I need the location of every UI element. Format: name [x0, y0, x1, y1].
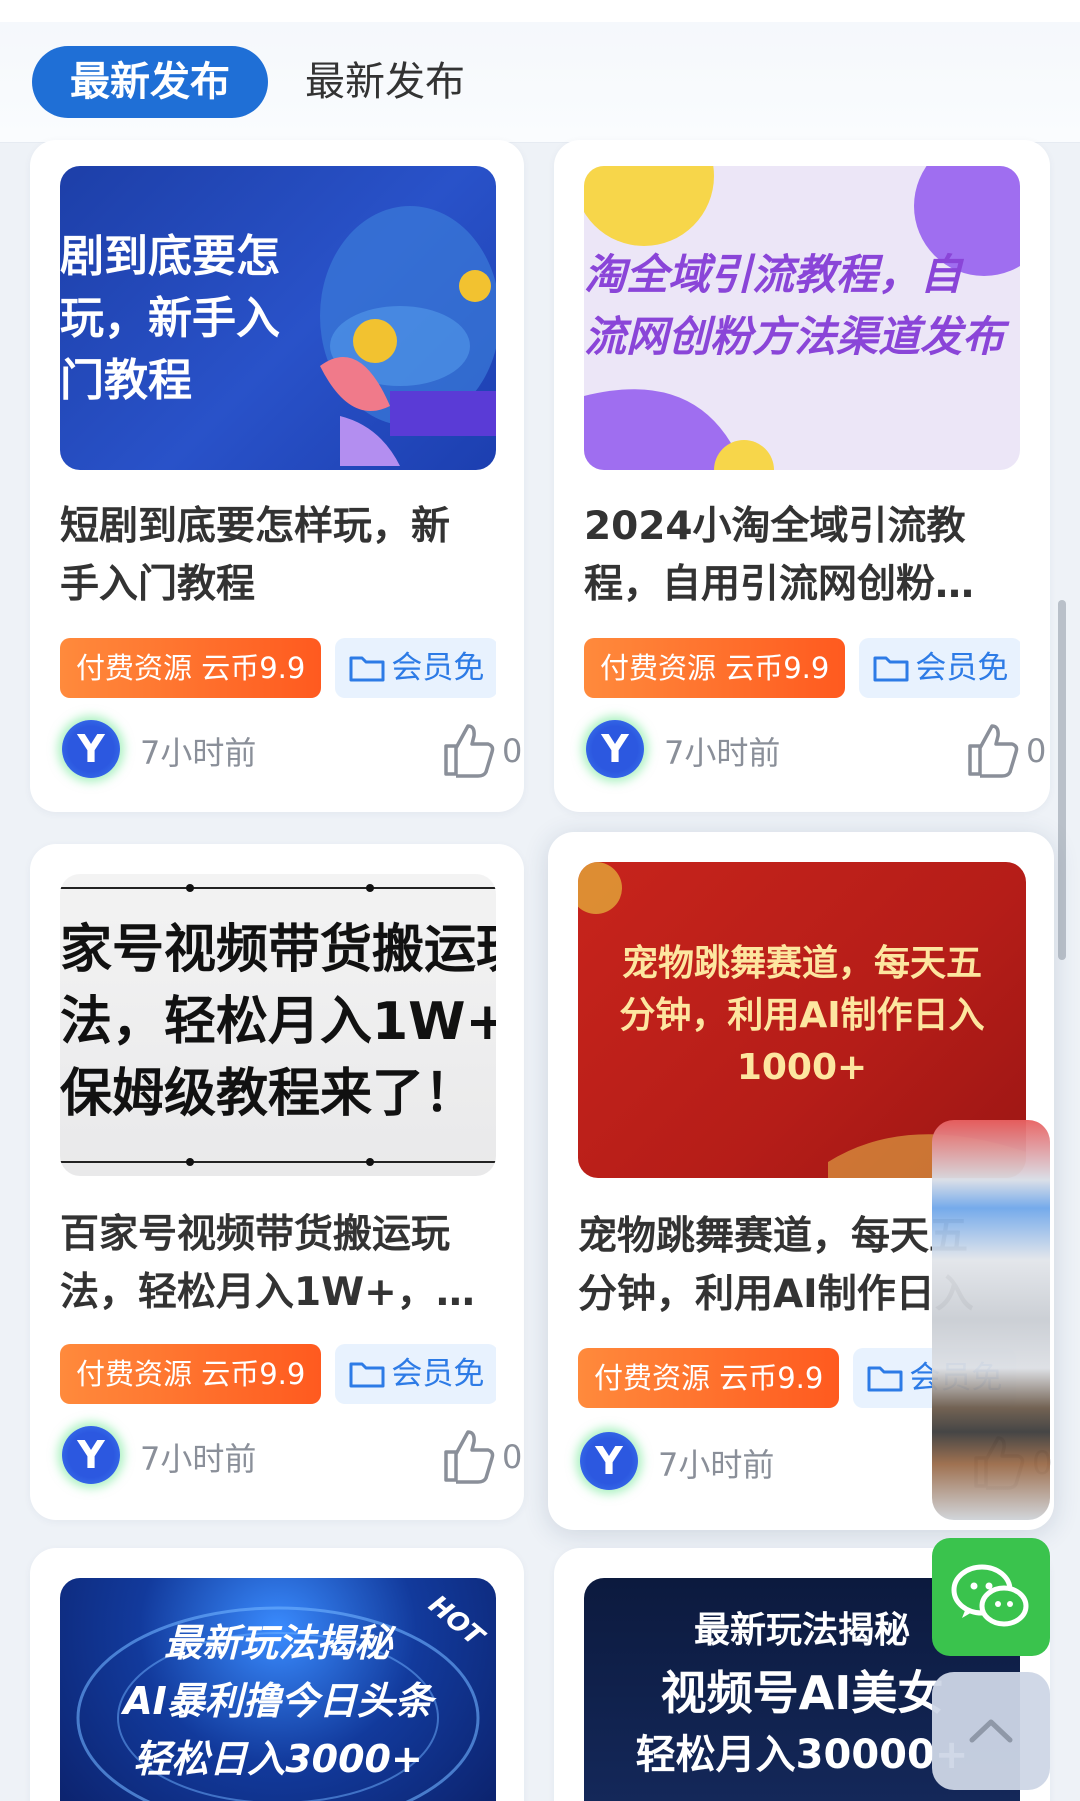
thumbnail-text: 1000+ [736, 1047, 868, 1088]
wechat-icon [951, 1564, 1029, 1627]
thumbnail-text: 门教程 [60, 355, 192, 406]
author-avatar[interactable]: Y [62, 720, 120, 778]
post-time: 7小时前 [140, 1440, 257, 1478]
paid-resource-tag: 付费资源 云币9.9 [578, 1348, 840, 1408]
author-avatar[interactable]: Y [580, 1432, 638, 1490]
post-thumbnail[interactable]: 家号视频带货搬运玩 法，轻松月入1W+， 保姆级教程来了！ [60, 874, 496, 1176]
paid-resource-tag: 付费资源 云币9.9 [60, 1344, 322, 1404]
folder-icon [873, 656, 909, 682]
post-time: 7小时前 [140, 734, 257, 772]
thumbnail-text: AI暴利撸今日头条 [123, 1679, 433, 1723]
member-tag-label: 会员免 [391, 650, 485, 686]
tag-row: 付费资源 云币9.9 会员免 [60, 638, 496, 698]
author-avatar[interactable]: Y [62, 1426, 120, 1484]
post-title[interactable]: 2024小淘全域引流教 程，自用引流网创粉… [584, 498, 1020, 614]
status-strip [0, 0, 1080, 22]
top-tab-bar: 最新发布 最新发布 [0, 0, 1080, 143]
post-time: 7小时前 [658, 1446, 775, 1484]
post-meta: Y 7小时前 0 [62, 720, 522, 780]
thumbnail-text: 分钟，利用AI制作日入 [619, 995, 985, 1036]
scrollbar[interactable] [1058, 600, 1066, 960]
thumbnail-text: 剧到底要怎 [60, 231, 280, 282]
member-tag[interactable]: 会员免 [335, 638, 496, 698]
like-count: 0 [502, 732, 523, 770]
post-title-line: 法，轻松月入1W+，… [60, 1270, 475, 1315]
back-to-top-icon [969, 1719, 1013, 1743]
paid-resource-tag: 付费资源 云币9.9 [584, 638, 846, 698]
thumbnail-text: 最新玩法揭秘 [163, 1621, 392, 1665]
post-title-line: 程，自用引流网创粉… [584, 562, 975, 607]
post-title-line: 2024小淘全域引流教 [584, 504, 966, 549]
author-avatar[interactable]: Y [586, 720, 644, 778]
thumbnail-text: 宠物跳舞赛道，每天五 [621, 943, 982, 984]
thumbnail-text: 玩，新手入 [60, 293, 280, 344]
member-tag-label: 会员免 [915, 650, 1009, 686]
thumbnail-text: 保姆级教程来了！ [60, 1064, 477, 1124]
floating-promo-widget[interactable] [932, 1120, 1050, 1520]
thumbs-up-icon [444, 1430, 495, 1484]
tag-row: 付费资源 云币9.9 会员免 [584, 638, 1020, 698]
folder-icon [349, 656, 385, 682]
tab-latest[interactable]: 最新发布 [305, 46, 465, 118]
post-title-line: 百家号视频带货搬运玩 [60, 1212, 451, 1257]
like-count: 0 [1026, 732, 1047, 770]
post-thumbnail[interactable]: 剧到底要怎 玩，新手入 门教程 [60, 166, 496, 470]
back-to-top-button[interactable] [932, 1672, 1050, 1790]
member-tag[interactable]: 会员免 [335, 1344, 496, 1404]
post-title[interactable]: 短剧到底要怎样玩，新 手入门教程 [60, 498, 496, 614]
post-time: 7小时前 [664, 734, 781, 772]
post-title[interactable]: 百家号视频带货搬运玩 法，轻松月入1W+，… [60, 1206, 496, 1322]
post-title-line: 短剧到底要怎样玩，新 [60, 504, 451, 549]
thumbnail-text: 法，轻松月入1W+， [60, 992, 496, 1052]
post-card[interactable]: 家号视频带货搬运玩 法，轻松月入1W+， 保姆级教程来了！ 百家号视频带货搬运玩… [30, 844, 524, 1520]
thumbs-up-icon [968, 724, 1019, 778]
wechat-button[interactable] [932, 1538, 1050, 1656]
tag-row: 付费资源 云币9.9 会员免 [60, 1344, 496, 1404]
folder-icon [867, 1366, 903, 1392]
thumbnail-text: 轻松日入3000+ [133, 1737, 423, 1781]
post-thumbnail[interactable]: 淘全域引流教程，自 流网创粉方法渠道发布 [584, 166, 1020, 470]
post-title-line: 手入门教程 [60, 562, 256, 607]
paid-resource-tag: 付费资源 云币9.9 [60, 638, 322, 698]
thumbnail-text: 家号视频带货搬运玩 [60, 920, 496, 980]
thumbnail-text: 流网创粉方法渠道发布 [584, 312, 1005, 361]
like-count: 0 [502, 1438, 523, 1476]
member-tag[interactable]: 会员免 [859, 638, 1020, 698]
folder-icon [349, 1362, 385, 1388]
post-meta: Y 7小时前 0 [586, 720, 1046, 780]
post-card[interactable]: HOT 最新玩法揭秘 AI暴利撸今日头条 轻松日入3000+ [30, 1548, 524, 1801]
tab-latest-active[interactable]: 最新发布 [32, 46, 268, 118]
post-meta: Y 7小时前 0 [62, 1426, 522, 1486]
thumbnail-text: 淘全域引流教程，自 [584, 250, 963, 299]
thumbs-up-icon [444, 724, 495, 778]
member-tag-label: 会员免 [391, 1356, 485, 1392]
post-thumbnail[interactable]: HOT 最新玩法揭秘 AI暴利撸今日头条 轻松日入3000+ [60, 1578, 496, 1801]
post-card[interactable]: 剧到底要怎 玩，新手入 门教程 短剧到底要怎样玩，新 手入门教程 付费资源 云币… [30, 140, 524, 812]
post-card[interactable]: 淘全域引流教程，自 流网创粉方法渠道发布 2024小淘全域引流教 程，自用引流网… [554, 140, 1050, 812]
